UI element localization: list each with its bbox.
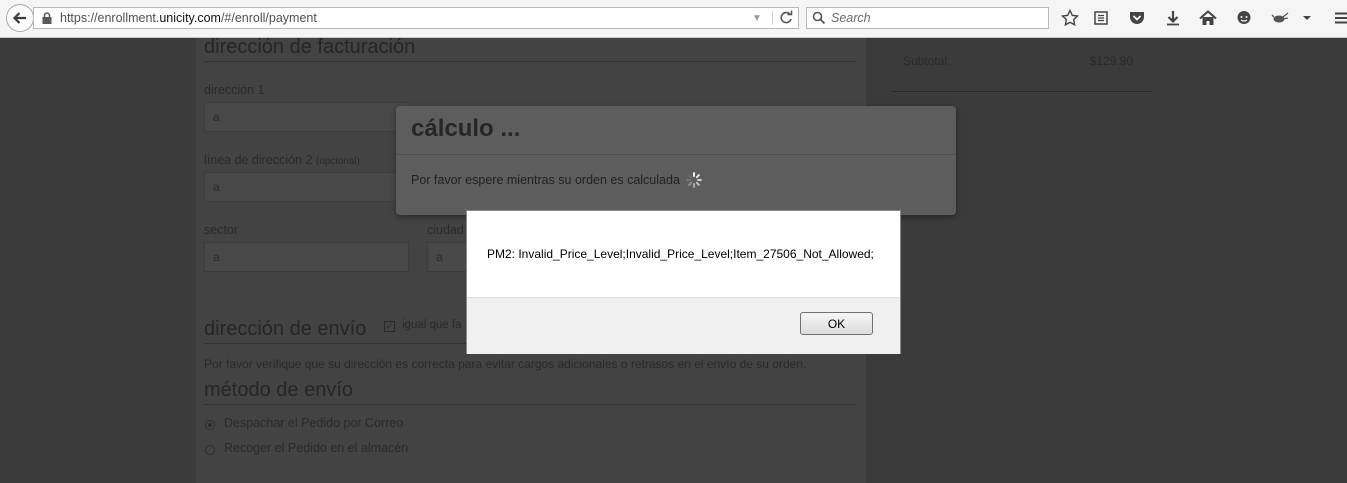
search-icon [812,11,826,25]
same-as-billing-checkbox[interactable]: ✓ [384,321,395,332]
subtotal-label: Subtotal: [903,54,951,68]
url-history-dropdown-icon[interactable]: ▼ [752,9,762,29]
divider [396,154,956,155]
order-summary: Subtotal: $129.90 [893,38,1153,92]
search-input[interactable] [831,10,1041,26]
search-bar[interactable] [806,7,1049,29]
reload-icon[interactable] [778,10,794,26]
shipping-section-title: dirección de envío [204,318,367,340]
calculating-title: cálculo ... [411,115,521,142]
sector-label: sector [204,223,239,237]
hamburger-menu-icon[interactable] [1331,8,1347,28]
address1-field[interactable]: a [204,102,409,132]
city-label: ciudad [427,223,464,237]
divider [204,404,856,405]
reader-list-icon[interactable] [1091,8,1111,28]
divider [204,61,856,62]
calculating-message: Por favor espere mientras su orden es ca… [411,173,680,187]
same-as-billing-label: igual que fa [402,319,462,331]
address2-field[interactable]: a [204,172,409,202]
pickup-option-label: Recoger el Pedido en el almacén [224,441,409,455]
chat-icon[interactable] [1234,8,1254,28]
sector-field[interactable]: a [204,242,409,272]
alert-footer: OK [467,297,900,354]
home-icon[interactable] [1198,8,1218,28]
subtotal-value: $129.90 [1089,54,1133,68]
back-arrow-icon [12,12,26,24]
pickup-option-radio[interactable] [205,445,215,455]
mail-option-radio[interactable] [205,420,215,430]
mail-option-label: Despachar el Pedido por Correo [224,416,404,430]
shipping-note: Por favor verifique que su dirección es … [204,357,807,371]
extension-icon[interactable] [1270,8,1290,28]
alert-dialog: PM2: Invalid_Price_Level;Invalid_Price_L… [466,210,901,354]
calculating-modal: cálculo ... Por favor espere mientras su… [396,106,956,215]
ok-button[interactable]: OK [800,312,873,335]
address-bar[interactable]: https://enrollment.unicity.com/#/enroll/… [33,7,799,29]
lock-icon[interactable] [41,12,53,24]
shipping-method-title: método de envío [204,379,353,401]
billing-section-title: dirección de facturación [204,38,416,58]
address1-label: dirección 1 [204,83,265,97]
downloads-icon[interactable] [1163,8,1183,28]
url-text: https://enrollment.unicity.com/#/enroll/… [60,11,317,25]
pocket-icon[interactable] [1127,8,1147,28]
browser-toolbar: https://enrollment.unicity.com/#/enroll/… [0,0,1347,38]
address2-label: línea de dirección 2 (opcional) [204,153,360,167]
menu-dropdown-icon[interactable] [1297,8,1317,28]
bookmark-star-icon[interactable] [1060,8,1080,28]
loading-spinner-icon [686,172,702,188]
alert-message: PM2: Invalid_Price_Level;Invalid_Price_L… [487,247,874,261]
back-button[interactable] [6,4,34,32]
city-field[interactable]: a [427,242,469,272]
url-separator [772,11,773,25]
